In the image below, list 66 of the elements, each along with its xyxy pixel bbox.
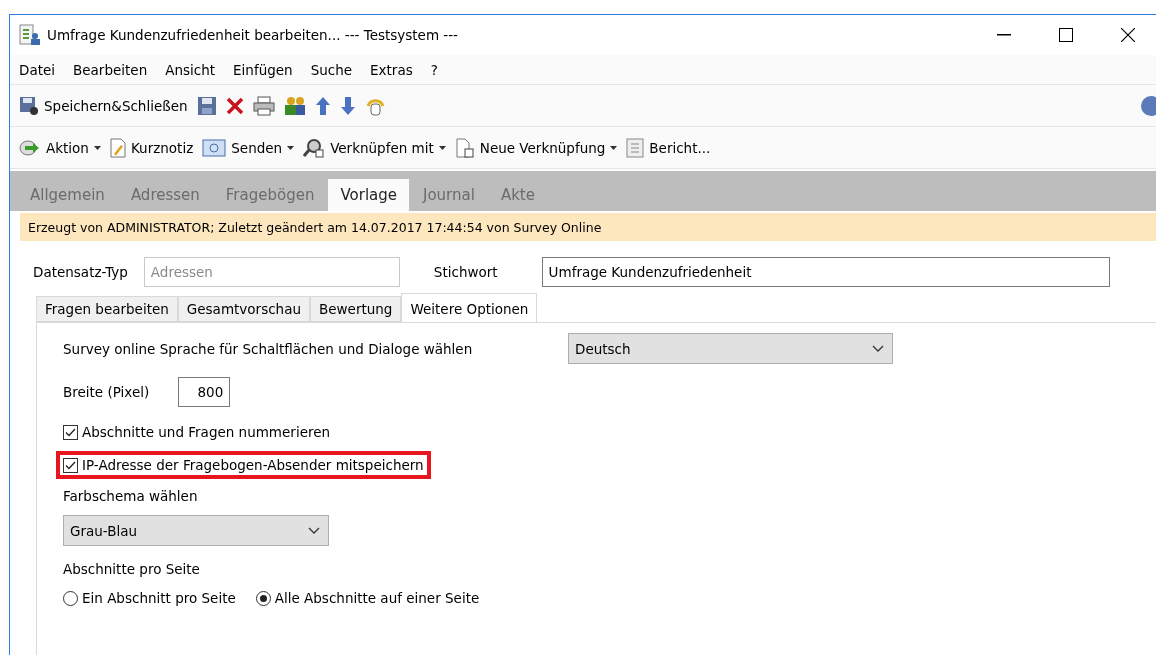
checkbox[interactable]: Abschnitte und Fragen nummerieren — [63, 424, 331, 440]
save-close-button[interactable]: Speichern&Schließen — [19, 95, 188, 116]
toolbar-button[interactable]: Aktion — [19, 138, 101, 157]
email-icon — [202, 138, 227, 157]
print-button[interactable] — [252, 95, 275, 116]
menu-item[interactable]: Datei — [19, 61, 66, 78]
move-down-button[interactable] — [339, 95, 356, 116]
info-bar: Erzeugt von ADMINISTRATOR; Zuletzt geändert am 14.07.2017 17:44:54 von Survey Online — [20, 213, 1156, 241]
field-label: Abschnitte pro Seite — [63, 561, 200, 577]
menu-item[interactable]: Einfügen — [233, 61, 303, 78]
arrow-icon — [19, 138, 41, 157]
menu-item[interactable]: Bearbeiten — [73, 61, 158, 78]
minimize-icon — [997, 34, 1011, 36]
window-title: Umfrage Kundenzufriedenheit bearbeiten... --- Testsystem --- — [47, 27, 459, 43]
dropdown[interactable]: Grau-Blau — [63, 515, 329, 546]
field-label: Farbschema wählen — [63, 488, 198, 504]
field-label: Survey online Sprache für Schaltflächen und Dialoge wählen — [63, 340, 474, 357]
document-person-icon — [19, 24, 41, 46]
checkbox[interactable]: IP-Adresse der Fragebogen-Absender mitspeichern — [63, 457, 424, 473]
users-button[interactable] — [283, 95, 306, 116]
arrow-down-icon — [339, 95, 356, 116]
field-label: Breite (Pixel) — [63, 384, 150, 400]
move-up-button[interactable] — [314, 95, 331, 116]
tab[interactable]: Weitere Optionen — [401, 293, 538, 323]
menu-item[interactable]: ? — [430, 61, 448, 78]
caret-icon — [438, 145, 446, 150]
delete-button[interactable] — [225, 96, 244, 115]
radio-button[interactable]: Ein Abschnitt pro Seite — [63, 590, 236, 606]
caret-icon — [610, 145, 618, 150]
toolbar-button[interactable]: Neue Verknüpfung — [454, 137, 618, 158]
toolbar-button[interactable]: Bericht... — [626, 137, 711, 158]
chevron-down-icon — [308, 526, 320, 535]
toolbar-button[interactable]: Kurznotiz — [109, 137, 194, 158]
report-icon — [626, 137, 645, 158]
people-icon — [283, 95, 306, 116]
toolbar-button[interactable]: Verknüpfen mit — [303, 137, 446, 158]
field-label: Datensatz-Typ — [33, 264, 128, 280]
save-button[interactable] — [196, 95, 217, 116]
magnifier-link-icon — [303, 137, 326, 158]
input-field[interactable]: Umfrage Kundenzufriedenheit — [541, 257, 1110, 287]
arrow-up-icon — [314, 95, 331, 116]
caret-icon — [287, 145, 295, 150]
menu-item[interactable]: Ansicht — [165, 61, 226, 78]
dropdown[interactable]: Deutsch — [568, 333, 893, 364]
tab[interactable]: Bewertung — [310, 296, 402, 322]
radio-button[interactable]: Alle Abschnitte auf einer Seite — [255, 590, 480, 606]
tab[interactable]: Gesamtvorschau — [177, 296, 310, 322]
menu-item[interactable]: Suche — [310, 61, 363, 78]
input-field[interactable]: 800 — [178, 377, 231, 407]
chevron-down-icon — [872, 344, 884, 353]
document-link-icon — [454, 137, 475, 158]
menu-item[interactable]: Extras — [370, 61, 423, 78]
note-pencil-icon — [109, 137, 126, 158]
toolbar-button[interactable]: Senden — [202, 138, 295, 157]
floppy-gear-icon — [19, 95, 39, 116]
maximize-icon — [1059, 28, 1073, 42]
radio-dot-icon — [259, 594, 267, 602]
printer-icon — [252, 95, 275, 116]
checkmark-icon — [65, 427, 76, 437]
close-icon — [225, 96, 244, 115]
caret-icon — [93, 145, 101, 150]
field-label: Stichwort — [433, 264, 498, 280]
close-icon — [1121, 28, 1135, 42]
checkmark-icon — [65, 460, 76, 470]
tab[interactable]: Vorlage — [328, 179, 409, 211]
tab[interactable]: Fragen bearbeiten — [36, 296, 178, 322]
